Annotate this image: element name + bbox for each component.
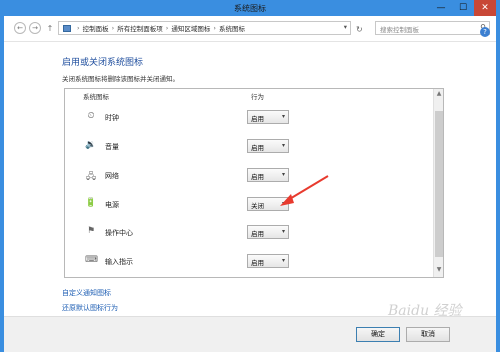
item-name: 时钟 — [105, 114, 119, 122]
list-item: 🖧 网络 启用 ▾ — [65, 165, 433, 185]
network-icon: 🖧 — [85, 172, 97, 182]
dialog-footer: 确定 取消 — [4, 316, 496, 352]
minimize-button[interactable]: — — [430, 0, 452, 16]
item-name: 网络 — [105, 172, 119, 180]
column-header-icon: 系统图标 — [83, 93, 109, 101]
chevron-down-icon: ▾ — [281, 257, 285, 264]
list-item: ⚑ 操作中心 启用 ▾ — [65, 222, 433, 242]
clock-icon: ⏲ — [87, 111, 95, 121]
breadcrumb-control-panel[interactable]: 控制面板 — [83, 23, 109, 33]
behavior-select[interactable]: 启用 ▾ — [247, 225, 289, 239]
system-icons-list: 系统图标 行为 ⏲ 时钟 启用 ▾ 🔉 音量 启用 ▾ 🖧 网络 启用 ▾ 🔋 电源 … — [64, 88, 444, 278]
close-button[interactable]: ✕ — [474, 0, 496, 16]
navigation-bar: ← → ↑ › 控制面板 › 所有控制面板项 › 通知区域图标 › 系统图标 ▾… — [4, 16, 496, 42]
list-item: 🔉 音量 启用 ▾ — [65, 136, 433, 156]
list-item: 🔋 电源 关闭 ▾ — [65, 194, 433, 214]
breadcrumb-system-icons[interactable]: 系统图标 — [219, 23, 245, 33]
search-placeholder: 搜索控制面板 — [380, 26, 419, 34]
window-title: 系统图标 — [234, 4, 266, 13]
address-bar[interactable]: › 控制面板 › 所有控制面板项 › 通知区域图标 › 系统图标 ▾ — [58, 21, 351, 35]
address-dropdown-icon[interactable]: ▾ — [344, 23, 347, 31]
chevron-down-icon: ▾ — [281, 142, 285, 149]
behavior-select[interactable]: 启用 ▾ — [247, 139, 289, 153]
scroll-down-icon[interactable]: ▼ — [435, 266, 443, 276]
behavior-select[interactable]: 关闭 ▾ — [247, 197, 289, 211]
chevron-down-icon: ▾ — [281, 228, 285, 235]
title-bar: 系统图标 — ☐ ✕ — [4, 0, 496, 16]
breadcrumb-notification-icons[interactable]: 通知区域图标 — [171, 23, 210, 33]
page-title: 启用或关闭系统图标 — [62, 58, 144, 68]
input-indicator-icon: ⌨ — [85, 255, 98, 265]
column-header-behavior: 行为 — [251, 93, 264, 101]
behavior-select[interactable]: 启用 ▾ — [247, 168, 289, 182]
restore-default-behavior-link[interactable]: 还原默认图标行为 — [62, 303, 118, 313]
help-icon[interactable]: ? — [480, 27, 490, 37]
maximize-button[interactable]: ☐ — [452, 0, 474, 16]
power-icon: 🔋 — [85, 198, 97, 208]
chevron-down-icon: ▾ — [281, 113, 285, 120]
scroll-up-icon[interactable]: ▲ — [435, 90, 443, 100]
item-name: 音量 — [105, 143, 119, 151]
action-center-icon: ⚑ — [86, 226, 96, 236]
breadcrumb-all-items[interactable]: 所有控制面板项 — [117, 23, 163, 33]
volume-icon: 🔉 — [85, 140, 97, 150]
list-item: ⌨ 输入指示 启用 ▾ — [65, 251, 433, 271]
list-item: ⏲ 时钟 启用 ▾ — [65, 107, 433, 127]
item-name: 电源 — [105, 201, 119, 209]
watermark: Baidu 经验 — [388, 303, 462, 319]
ok-button[interactable]: 确定 — [356, 327, 400, 342]
behavior-select[interactable]: 启用 ▾ — [247, 254, 289, 268]
forward-icon[interactable]: → — [29, 22, 41, 34]
chevron-down-icon: ▾ — [281, 171, 285, 178]
vertical-scrollbar[interactable]: ▲ ▼ — [433, 89, 443, 277]
item-name: 输入指示 — [105, 258, 133, 266]
page-description: 关闭系统图标将删除该图标并关闭通知。 — [62, 75, 179, 83]
up-icon[interactable]: ↑ — [44, 22, 56, 34]
cancel-button[interactable]: 取消 — [406, 327, 450, 342]
item-name: 操作中心 — [105, 229, 133, 237]
chevron-down-icon: ▾ — [281, 200, 285, 207]
control-panel-icon — [63, 24, 71, 32]
customize-notification-icons-link[interactable]: 自定义通知图标 — [62, 288, 111, 298]
scrollbar-thumb[interactable] — [435, 111, 443, 257]
behavior-select[interactable]: 启用 ▾ — [247, 110, 289, 124]
search-input[interactable]: 搜索控制面板 ⚲ — [375, 21, 490, 35]
refresh-icon[interactable]: ↻ — [356, 25, 363, 34]
back-icon[interactable]: ← — [14, 22, 26, 34]
